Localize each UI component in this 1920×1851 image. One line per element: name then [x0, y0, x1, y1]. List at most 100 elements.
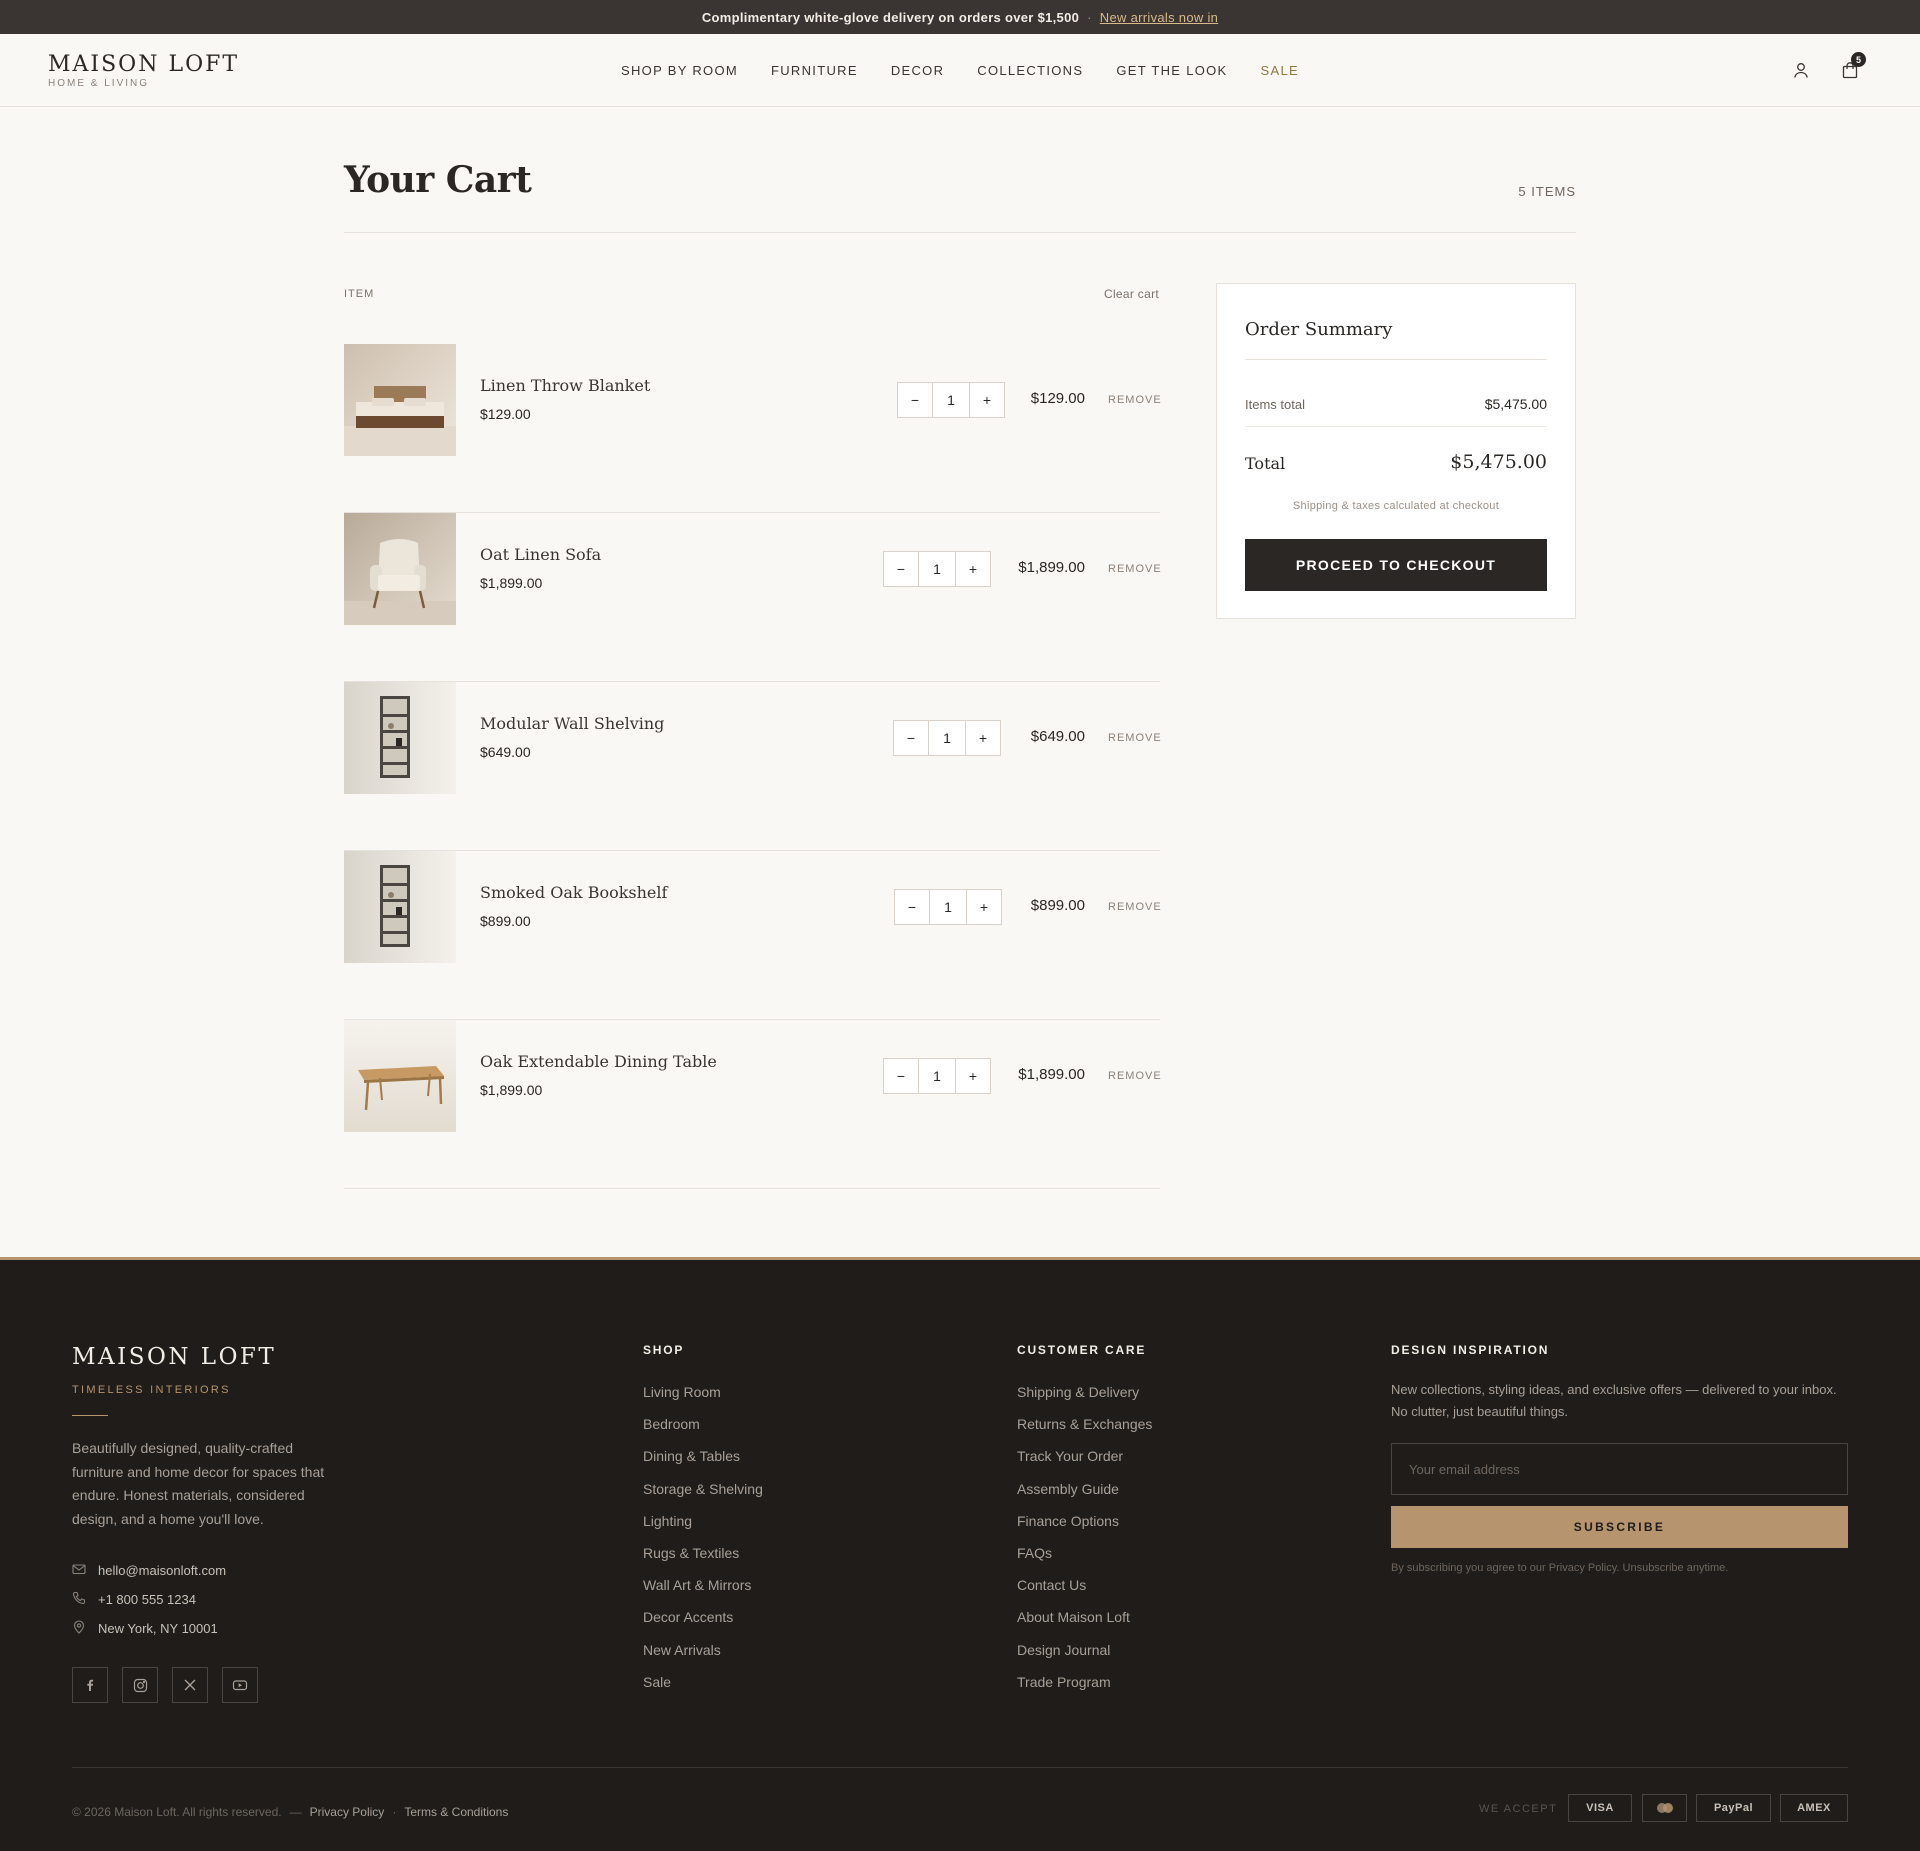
footer-link[interactable]: Wall Art & Mirrors [643, 1577, 763, 1609]
footer-link[interactable]: Contact Us [1017, 1577, 1152, 1609]
quantity-value[interactable]: 1 [929, 890, 967, 924]
product-price: $129.00 [480, 406, 531, 422]
footer-link[interactable]: Track Your Order [1017, 1448, 1152, 1480]
announcement-bar: Complimentary white-glove delivery on or… [0, 0, 1920, 34]
product-price: $649.00 [480, 744, 531, 760]
quantity-value[interactable]: 1 [918, 552, 956, 586]
footer-link[interactable]: About Maison Loft [1017, 1609, 1152, 1641]
quantity-value[interactable]: 1 [932, 383, 970, 417]
shelving-photo[interactable] [344, 851, 456, 963]
cart-count-badge: 5 [1851, 52, 1866, 67]
x-icon[interactable] [172, 1667, 208, 1703]
user-icon[interactable] [1790, 59, 1812, 81]
separator: — [289, 1805, 302, 1819]
remove-item-button[interactable]: REMOVE [1108, 563, 1162, 575]
quantity-stepper: − 1 + [897, 382, 1005, 418]
cart-item-row: Modular Wall Shelving $649.00 − 1 + $649… [344, 682, 1162, 851]
newsletter-description: New collections, styling ideas, and excl… [1391, 1382, 1837, 1419]
subscribe-button[interactable]: SUBSCRIBE [1391, 1506, 1848, 1548]
decrease-quantity-button[interactable]: − [884, 1059, 918, 1093]
copyright-text: © 2026 Maison Loft. All rights reserved. [72, 1805, 282, 1819]
site-header: MAISON LOFT HOME & LIVING SHOP BY ROOM F… [0, 34, 1920, 107]
contact-email[interactable]: hello@maisonloft.com [72, 1562, 226, 1579]
phone-text: +1 800 555 1234 [98, 1592, 196, 1607]
product-name[interactable]: Linen Throw Blanket [480, 376, 650, 395]
nav-sale[interactable]: SALE [1261, 63, 1299, 78]
newsletter-email-input[interactable] [1391, 1443, 1848, 1495]
product-name[interactable]: Oat Linen Sofa [480, 545, 601, 564]
terms-link[interactable]: Terms & Conditions [404, 1805, 508, 1819]
footer-link[interactable]: Lighting [643, 1513, 763, 1545]
armchair-photo[interactable] [344, 513, 456, 625]
increase-quantity-button[interactable]: + [967, 890, 1001, 924]
footer-description: Beautifully designed, quality-crafted fu… [72, 1440, 325, 1527]
increase-quantity-button[interactable]: + [956, 1059, 990, 1093]
footer-legal: © 2026 Maison Loft. All rights reserved.… [72, 1805, 508, 1819]
shipping-note: Shipping & taxes calculated at checkout [1292, 500, 1500, 512]
checkout-button[interactable]: PROCEED TO CHECKOUT [1245, 539, 1547, 591]
footer-tagline: TIMELESS INTERIORS [72, 1384, 231, 1396]
nav-shop-by-room[interactable]: SHOP BY ROOM [621, 63, 738, 78]
cart-item-row: Smoked Oak Bookshelf $899.00 − 1 + $899.… [344, 851, 1162, 1020]
footer-link[interactable]: FAQs [1017, 1545, 1152, 1577]
footer-link[interactable]: Living Room [643, 1384, 763, 1416]
increase-quantity-button[interactable]: + [970, 383, 1004, 417]
remove-item-button[interactable]: REMOVE [1108, 394, 1162, 406]
location-text: New York, NY 10001 [98, 1621, 218, 1636]
product-name[interactable]: Smoked Oak Bookshelf [480, 883, 667, 902]
facebook-icon[interactable] [72, 1667, 108, 1703]
quantity-value[interactable]: 1 [918, 1059, 956, 1093]
separator: · [392, 1805, 397, 1819]
footer-link[interactable]: Trade Program [1017, 1674, 1152, 1706]
footer-link[interactable]: Sale [643, 1674, 763, 1706]
summary-title: Order Summary [1245, 319, 1393, 340]
clear-cart-button[interactable]: Clear cart [999, 287, 1159, 301]
increase-quantity-button[interactable]: + [966, 721, 1000, 755]
contact-phone[interactable]: +1 800 555 1234 [72, 1591, 196, 1608]
nav-get-the-look[interactable]: GET THE LOOK [1116, 63, 1227, 78]
footer-brand[interactable]: MAISON LOFT [72, 1344, 276, 1370]
mail-icon [72, 1562, 86, 1579]
footer-link[interactable]: Returns & Exchanges [1017, 1416, 1152, 1448]
bed-photo[interactable] [344, 344, 456, 456]
privacy-policy-link[interactable]: Privacy Policy [310, 1805, 385, 1819]
quantity-value[interactable]: 1 [928, 721, 966, 755]
increase-quantity-button[interactable]: + [956, 552, 990, 586]
line-total: $899.00 [1030, 897, 1085, 914]
divider [1245, 426, 1547, 427]
decrease-quantity-button[interactable]: − [884, 552, 918, 586]
shelving-photo[interactable] [344, 682, 456, 794]
footer-link[interactable]: Rugs & Textiles [643, 1545, 763, 1577]
new-arrivals-link[interactable]: New arrivals now in [1100, 10, 1218, 25]
quantity-stepper: − 1 + [894, 889, 1002, 925]
decrease-quantity-button[interactable]: − [898, 383, 932, 417]
remove-item-button[interactable]: REMOVE [1108, 732, 1162, 744]
item-column-header: ITEM [344, 288, 375, 300]
footer-link[interactable]: Design Journal [1017, 1642, 1152, 1674]
decrease-quantity-button[interactable]: − [895, 890, 929, 924]
shop-column-title: SHOP [643, 1343, 685, 1357]
footer-link[interactable]: Shipping & Delivery [1017, 1384, 1152, 1416]
footer-link[interactable]: Decor Accents [643, 1609, 763, 1641]
line-total: $1,899.00 [1018, 1066, 1085, 1083]
footer-link[interactable]: Finance Options [1017, 1513, 1152, 1545]
youtube-icon[interactable] [222, 1667, 258, 1703]
remove-item-button[interactable]: REMOVE [1108, 1070, 1162, 1082]
table-photo[interactable] [344, 1020, 456, 1132]
footer-link[interactable]: Dining & Tables [643, 1448, 763, 1480]
item-count: 5 ITEMS [1518, 184, 1576, 199]
product-price: $1,899.00 [480, 1082, 543, 1098]
footer-link[interactable]: Bedroom [643, 1416, 763, 1448]
decrease-quantity-button[interactable]: − [894, 721, 928, 755]
instagram-icon[interactable] [122, 1667, 158, 1703]
product-name[interactable]: Oak Extendable Dining Table [480, 1052, 717, 1071]
product-name[interactable]: Modular Wall Shelving [480, 714, 664, 733]
nav-furniture[interactable]: FURNITURE [771, 63, 858, 78]
footer-link[interactable]: New Arrivals [643, 1642, 763, 1674]
shopping-bag-icon[interactable]: 5 [1839, 52, 1866, 81]
footer-link[interactable]: Assembly Guide [1017, 1481, 1152, 1513]
footer-link[interactable]: Storage & Shelving [643, 1481, 763, 1513]
remove-item-button[interactable]: REMOVE [1108, 901, 1162, 913]
nav-decor[interactable]: DECOR [891, 63, 944, 78]
nav-collections[interactable]: COLLECTIONS [977, 63, 1083, 78]
